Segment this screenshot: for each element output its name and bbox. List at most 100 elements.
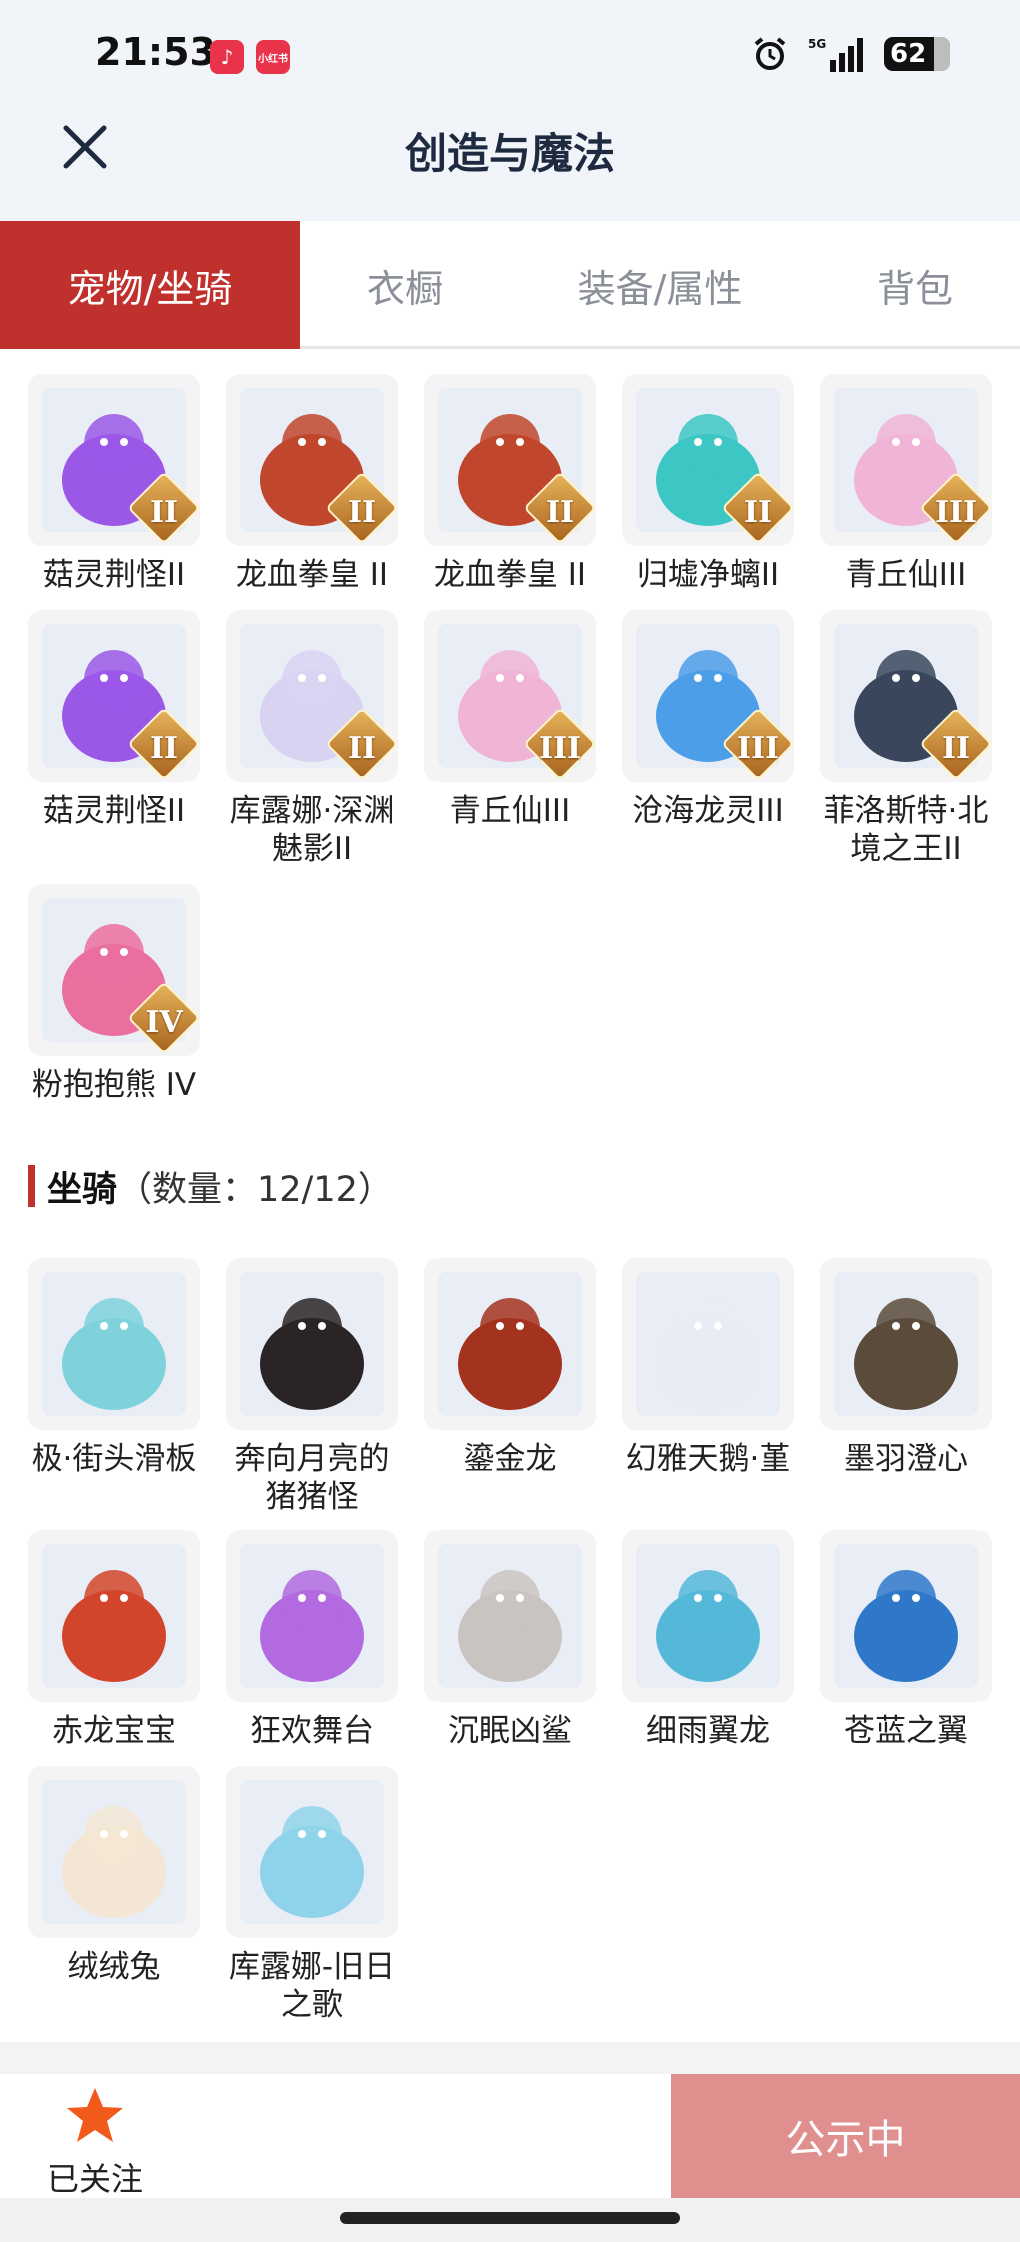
item-name: 归墟净螭II bbox=[636, 557, 780, 593]
item-name: 青丘仙III bbox=[845, 557, 967, 593]
item-name: 青丘仙III bbox=[449, 793, 571, 829]
skateboard-icon bbox=[42, 1272, 186, 1416]
mount-item[interactable]: 鎏金龙 bbox=[424, 1258, 596, 1478]
tier-badge-label: III bbox=[934, 495, 978, 530]
home-indicator[interactable] bbox=[340, 2212, 680, 2224]
pet-item[interactable]: II 龙血拳皇 II bbox=[424, 374, 596, 594]
signal-icon: 5G bbox=[808, 37, 863, 72]
item-name: 狂欢舞台 bbox=[250, 1713, 374, 1749]
pet-item[interactable]: II 库露娜·深渊魅影II bbox=[226, 610, 398, 868]
item-thumbnail bbox=[28, 1530, 200, 1702]
mount-item[interactable]: 狂欢舞台 bbox=[226, 1530, 398, 1750]
battery-indicator: 62 bbox=[884, 37, 950, 71]
carnival-stage-icon bbox=[240, 1544, 384, 1688]
sheep-hat-girl-icon bbox=[240, 1780, 384, 1924]
item-thumbnail: II bbox=[226, 374, 398, 546]
item-thumbnail: II bbox=[424, 374, 596, 546]
item-name: 沉眠凶鲨 bbox=[448, 1713, 572, 1749]
item-name: 沧海龙灵III bbox=[632, 793, 784, 829]
network-label: 5G bbox=[808, 37, 826, 51]
tab-backpack[interactable]: 背包 bbox=[830, 221, 1000, 349]
pet-item[interactable]: III 青丘仙III bbox=[424, 610, 596, 830]
item-name: 菇灵荆怪II bbox=[42, 557, 186, 593]
item-name: 龙血拳皇 II bbox=[433, 557, 587, 593]
item-thumbnail bbox=[820, 1530, 992, 1702]
item-thumbnail bbox=[226, 1258, 398, 1430]
tier-badge-label: II bbox=[743, 495, 773, 530]
tab-bar: 宠物/坐骑 衣橱 装备/属性 背包 bbox=[0, 221, 1020, 349]
item-name: 鎏金龙 bbox=[463, 1441, 557, 1477]
item-name: 库露娜·深渊魅影II bbox=[229, 793, 395, 867]
item-name: 库露娜-旧日之歌 bbox=[228, 1949, 396, 2023]
item-name: 极·街头滑板 bbox=[31, 1441, 197, 1477]
item-name: 菲洛斯特·北境之王II bbox=[823, 793, 989, 867]
mount-item[interactable]: 苍蓝之翼 bbox=[820, 1530, 992, 1750]
azure-wing-dragon-icon bbox=[834, 1544, 978, 1688]
tier-badge-label: II bbox=[347, 731, 377, 766]
status-bar: 21:53 ♪ 小红书 5G 62 bbox=[0, 0, 1020, 110]
item-name: 苍蓝之翼 bbox=[844, 1713, 968, 1749]
public-notice-button[interactable]: 公示中 bbox=[671, 2074, 1020, 2198]
pet-item[interactable]: II 归墟净螭II bbox=[622, 374, 794, 594]
sleeping-shark-icon bbox=[438, 1544, 582, 1688]
alarm-icon bbox=[754, 37, 786, 70]
status-right: 5G 62 bbox=[752, 36, 950, 72]
item-thumbnail bbox=[622, 1530, 794, 1702]
mount-item[interactable]: 细雨翼龙 bbox=[622, 1530, 794, 1750]
pet-item[interactable]: IV 粉抱抱熊 IV bbox=[28, 884, 200, 1104]
tier-badge-label: III bbox=[538, 731, 582, 766]
mount-item[interactable]: 幻雅天鹅·堇 bbox=[622, 1258, 794, 1478]
black-pig-icon bbox=[240, 1272, 384, 1416]
golden-dragon-head-icon bbox=[438, 1272, 582, 1416]
mount-item[interactable]: 沉眠凶鲨 bbox=[424, 1530, 596, 1750]
feather-staff-icon bbox=[834, 1272, 978, 1416]
mounts-section-count: （数量：12/12） bbox=[117, 1169, 393, 1210]
rain-wyvern-icon bbox=[636, 1544, 780, 1688]
fluffy-rabbit-icon bbox=[42, 1780, 186, 1924]
xiaohongshu-app-icon: 小红书 bbox=[256, 40, 290, 74]
mount-item[interactable]: 奔向月亮的猪猪怪 bbox=[226, 1258, 398, 1516]
mounts-section-header: 坐骑 （数量：12/12） bbox=[28, 1162, 393, 1210]
follow-button[interactable]: 已关注 bbox=[30, 2084, 160, 2200]
pet-item[interactable]: II 龙血拳皇 II bbox=[226, 374, 398, 594]
mount-item[interactable]: 绒绒兔 bbox=[28, 1766, 200, 1986]
pet-item[interactable]: II 菇灵荆怪II bbox=[28, 610, 200, 830]
tier-badge-label: III bbox=[736, 731, 780, 766]
top-header: 21:53 ♪ 小红书 5G 62 创造与魔法 bbox=[0, 0, 1020, 221]
tab-equipment[interactable]: 装备/属性 bbox=[540, 221, 780, 349]
mount-item[interactable]: 墨羽澄心 bbox=[820, 1258, 992, 1478]
item-name: 绒绒兔 bbox=[67, 1949, 161, 1985]
tab-wardrobe[interactable]: 衣橱 bbox=[300, 221, 510, 349]
tier-badge-label: II bbox=[347, 495, 377, 530]
item-thumbnail bbox=[622, 1258, 794, 1430]
tier-badge-label: II bbox=[149, 495, 179, 530]
tab-pets-mounts[interactable]: 宠物/坐骑 bbox=[0, 221, 300, 349]
pet-item[interactable]: II 菇灵荆怪II bbox=[28, 374, 200, 594]
section-accent-bar bbox=[28, 1165, 35, 1207]
item-thumbnail: IV bbox=[28, 884, 200, 1056]
item-thumbnail bbox=[424, 1258, 596, 1430]
star-icon bbox=[67, 2088, 123, 2142]
item-name: 龙血拳皇 II bbox=[235, 557, 389, 593]
mount-item[interactable]: 赤龙宝宝 bbox=[28, 1530, 200, 1750]
item-thumbnail: II bbox=[820, 610, 992, 782]
item-thumbnail bbox=[424, 1530, 596, 1702]
tier-badge-label: II bbox=[941, 731, 971, 766]
item-thumbnail bbox=[226, 1766, 398, 1938]
pet-item[interactable]: III 沧海龙灵III bbox=[622, 610, 794, 830]
pet-item[interactable]: III 青丘仙III bbox=[820, 374, 992, 594]
item-name: 粉抱抱熊 IV bbox=[31, 1067, 197, 1103]
item-thumbnail: II bbox=[226, 610, 398, 782]
pet-item[interactable]: II 菲洛斯特·北境之王II bbox=[820, 610, 992, 868]
item-thumbnail: II bbox=[28, 610, 200, 782]
page-title: 创造与魔法 bbox=[404, 129, 615, 178]
mount-item[interactable]: 极·街头滑板 bbox=[28, 1258, 200, 1478]
mount-item[interactable]: 库露娜-旧日之歌 bbox=[226, 1766, 398, 2024]
item-thumbnail bbox=[226, 1530, 398, 1702]
item-name: 墨羽澄心 bbox=[844, 1441, 968, 1477]
item-thumbnail bbox=[820, 1258, 992, 1430]
item-name: 赤龙宝宝 bbox=[52, 1713, 176, 1749]
battery-level: 62 bbox=[890, 39, 927, 69]
tier-badge-label: IV bbox=[145, 1005, 183, 1040]
item-thumbnail: III bbox=[820, 374, 992, 546]
